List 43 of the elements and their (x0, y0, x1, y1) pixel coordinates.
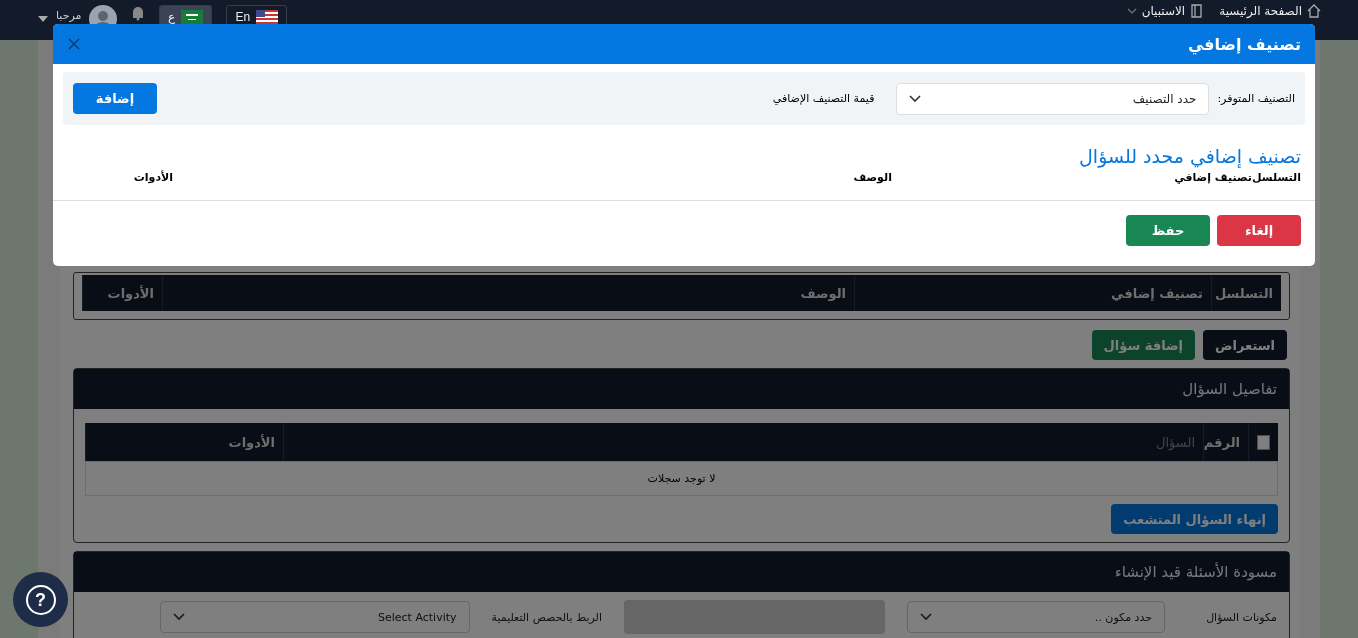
dialog-title: تصنيف إضافي (1187, 34, 1301, 54)
flag-icon (256, 10, 279, 24)
save-button[interactable]: حفظ (1126, 215, 1210, 246)
column-header: السؤال (283, 423, 1203, 461)
field-label: مكونات السؤال (1205, 610, 1277, 624)
select-field[interactable]: حدد التصنيف (896, 82, 1210, 115)
flag-icon (181, 10, 204, 24)
card-title: تفاصيل السؤال (74, 369, 1289, 409)
greeting-text: مرحبا (56, 9, 82, 22)
field-label: التصنيف المتوفر: (1217, 92, 1295, 105)
column-header: التسلسل (1251, 171, 1301, 184)
column-header: تصنيف إضافي (1173, 171, 1252, 184)
chevron-down-icon (1125, 7, 1138, 15)
column-header: الأدوات (85, 423, 283, 461)
finish-button[interactable]: إنهاء السؤال المتشعب (1111, 504, 1278, 534)
add-button[interactable]: إضافة (73, 83, 157, 114)
column-header: الوصف (162, 275, 854, 311)
breadcrumb-link[interactable]: الصفحة الرئيسية (1219, 3, 1322, 19)
column-header: الأدوات (82, 275, 162, 311)
select-field[interactable]: حدد مكون .. (907, 601, 1165, 633)
cancel-button[interactable]: إلغاء (1217, 215, 1301, 246)
chevron-down-icon (920, 613, 932, 621)
column-header: تصنيف إضافي (854, 275, 1211, 311)
column-header: التسلسل (1211, 275, 1281, 311)
card-title: مسودة الأسئلة قيد الإنشاء (74, 552, 1289, 592)
action-button[interactable]: استعراض (1203, 330, 1287, 360)
checkbox[interactable] (1257, 434, 1270, 450)
close-icon[interactable] (67, 37, 81, 51)
column-header: الرقم (1203, 423, 1248, 461)
chevron-down-icon (909, 94, 922, 103)
breadcrumb-link[interactable]: الاستبيان (1125, 3, 1206, 19)
chevron-down-icon (172, 613, 185, 621)
field-label: الربط بالحصص التعليمية (491, 610, 602, 624)
section-title: تصنيف إضافي محدد للسؤال (1078, 145, 1301, 167)
action-button[interactable]: إضافة سؤال (1091, 330, 1196, 360)
empty-message: لا توجد سجلات (85, 461, 1278, 496)
column-header: الوصف (852, 171, 892, 184)
caret-icon[interactable] (38, 16, 48, 22)
column-header: الأدوات (132, 171, 173, 184)
select-field[interactable]: Select Activity (159, 601, 470, 633)
field-label: قيمة التصنيف الإضافي (772, 92, 875, 105)
bell-icon[interactable] (131, 5, 146, 21)
home-icon (1306, 3, 1322, 19)
